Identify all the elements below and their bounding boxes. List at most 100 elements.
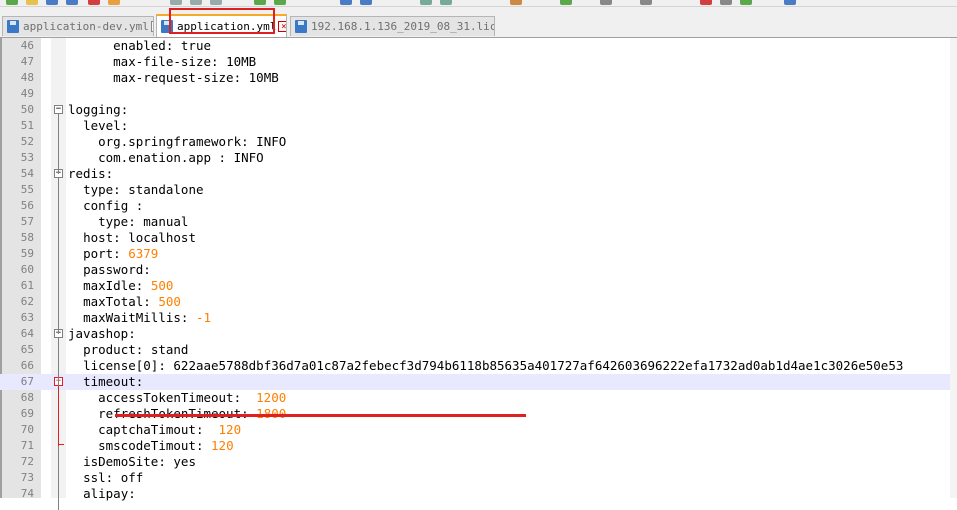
record-macro-icon[interactable]: [700, 0, 712, 5]
undo-icon[interactable]: [254, 0, 266, 5]
line-number: 58: [20, 231, 34, 244]
code-line[interactable]: 49: [0, 86, 957, 102]
zoom-in-icon[interactable]: [420, 0, 432, 5]
fold-guide-line: [58, 114, 59, 174]
code-line[interactable]: 57 type: manual: [0, 214, 957, 230]
code-line[interactable]: 47 max-file-size: 10MB: [0, 54, 957, 70]
replace-icon[interactable]: [360, 0, 372, 5]
stop-macro-icon[interactable]: [720, 0, 732, 5]
copy-icon[interactable]: [190, 0, 202, 5]
code-line[interactable]: 48 max-request-size: 10MB: [0, 70, 957, 86]
yaml-key: password: [83, 262, 144, 277]
line-number: 61: [20, 279, 34, 292]
yaml-key: timeout: [83, 374, 136, 389]
redo-icon[interactable]: [274, 0, 286, 5]
line-number: 72: [20, 455, 34, 468]
fold-toggle-icon[interactable]: −: [54, 105, 63, 114]
yaml-key: smscodeTimout: [98, 438, 196, 453]
code-line[interactable]: 70 captchaTimout: 120: [0, 422, 957, 438]
tab-application-dev-yml[interactable]: application-dev.yml ×: [2, 16, 154, 36]
paste-icon[interactable]: [210, 0, 222, 5]
code-line[interactable]: 46 enabled: true: [0, 38, 957, 54]
yaml-key: max-request-size: [113, 70, 234, 85]
code-text: type: manual: [68, 214, 188, 230]
yaml-key: product: [83, 342, 136, 357]
code-line[interactable]: 65 product: stand: [0, 342, 957, 358]
code-line[interactable]: 59 port: 6379: [0, 246, 957, 262]
code-line[interactable]: 73 ssl: off: [0, 470, 957, 486]
code-line[interactable]: 52 org.springframework: INFO: [0, 134, 957, 150]
find-icon[interactable]: [340, 0, 352, 5]
save-macro-icon[interactable]: [784, 0, 796, 5]
yaml-key: config: [83, 198, 136, 213]
show-all-chars-icon[interactable]: [600, 0, 612, 5]
license-underline-annotation: [115, 414, 526, 417]
code-line[interactable]: 67− timeout:: [0, 374, 957, 390]
code-line[interactable]: 66 license[0]: 622aae5788dbf36d7a01c87a2…: [0, 358, 957, 374]
code-line[interactable]: 63 maxWaitMillis: -1: [0, 310, 957, 326]
print-icon[interactable]: [108, 0, 120, 5]
yaml-number-value: 6379: [128, 246, 159, 261]
indent-guide-icon[interactable]: [640, 0, 652, 5]
code-line[interactable]: 55 type: standalone: [0, 182, 957, 198]
save-icon[interactable]: [46, 0, 58, 5]
yaml-separator: :: [180, 310, 196, 325]
yaml-key: port: [83, 246, 114, 261]
vertical-scrollbar[interactable]: [950, 38, 957, 498]
yaml-number-value: 500: [150, 278, 174, 293]
play-macro-icon[interactable]: [740, 0, 752, 5]
code-text: max-request-size: 10MB: [68, 70, 279, 86]
code-line[interactable]: 62 maxTotal: 500: [0, 294, 957, 310]
tab-license-file[interactable]: 192.168.1.136_2019_08_31.lic: [290, 16, 495, 36]
close-file-icon[interactable]: [88, 0, 100, 5]
line-number: 53: [20, 151, 34, 164]
code-line[interactable]: 71 smscodeTimout: 120: [0, 438, 957, 454]
sync-scroll-icon[interactable]: [510, 0, 522, 5]
code-line[interactable]: 61 maxIdle: 500: [0, 278, 957, 294]
yaml-key: logging: [68, 102, 121, 117]
code-line[interactable]: 51 level:: [0, 118, 957, 134]
code-line[interactable]: 53 com.enation.app : INFO: [0, 150, 957, 166]
code-text: javashop:: [68, 326, 136, 342]
code-text: type: standalone: [68, 182, 203, 198]
yaml-key: javashop: [68, 326, 129, 341]
code-text: logging:: [68, 102, 128, 118]
cut-icon[interactable]: [170, 0, 182, 5]
open-folder-icon[interactable]: [26, 0, 38, 5]
wrap-icon[interactable]: [560, 0, 572, 5]
yaml-number-value: 500: [158, 294, 181, 309]
line-number: 47: [20, 55, 34, 68]
fold-guide-line: [58, 178, 59, 334]
new-file-icon[interactable]: [6, 0, 18, 5]
yaml-key: redis: [68, 166, 106, 181]
yaml-number-value: -1: [195, 310, 212, 325]
code-line[interactable]: 74 alipay:: [0, 486, 957, 502]
save-all-icon[interactable]: [66, 0, 78, 5]
tab-bar: application-dev.yml × application.yml × …: [0, 7, 957, 38]
yaml-key: org.springframework: [98, 134, 242, 149]
code-line[interactable]: 50 − logging:: [0, 102, 957, 118]
code-line[interactable]: 54−redis:: [0, 166, 957, 182]
yaml-key: isDemoSite: [83, 454, 159, 469]
code-line[interactable]: 68 accessTokenTimeout: 1200: [0, 390, 957, 406]
code-text: ssl: off: [68, 470, 143, 486]
yaml-value: true: [180, 38, 212, 53]
code-editor[interactable]: 46 enabled: true 47 max-file-size: 10MB 48…: [0, 38, 957, 510]
code-line[interactable]: 64−javashop:: [0, 326, 957, 342]
code-line[interactable]: 60 password:: [0, 262, 957, 278]
code-line[interactable]: 72 isDemoSite: yes: [0, 454, 957, 470]
zoom-out-icon[interactable]: [440, 0, 452, 5]
close-tab-icon[interactable]: ×: [150, 21, 153, 32]
close-tab-icon[interactable]: ×: [278, 21, 286, 32]
code-line[interactable]: 58 host: localhost: [0, 230, 957, 246]
code-line[interactable]: 56 config :: [0, 198, 957, 214]
yaml-key: alipay: [83, 486, 129, 501]
yaml-separator: :: [105, 166, 114, 181]
yaml-separator: :: [233, 390, 257, 405]
